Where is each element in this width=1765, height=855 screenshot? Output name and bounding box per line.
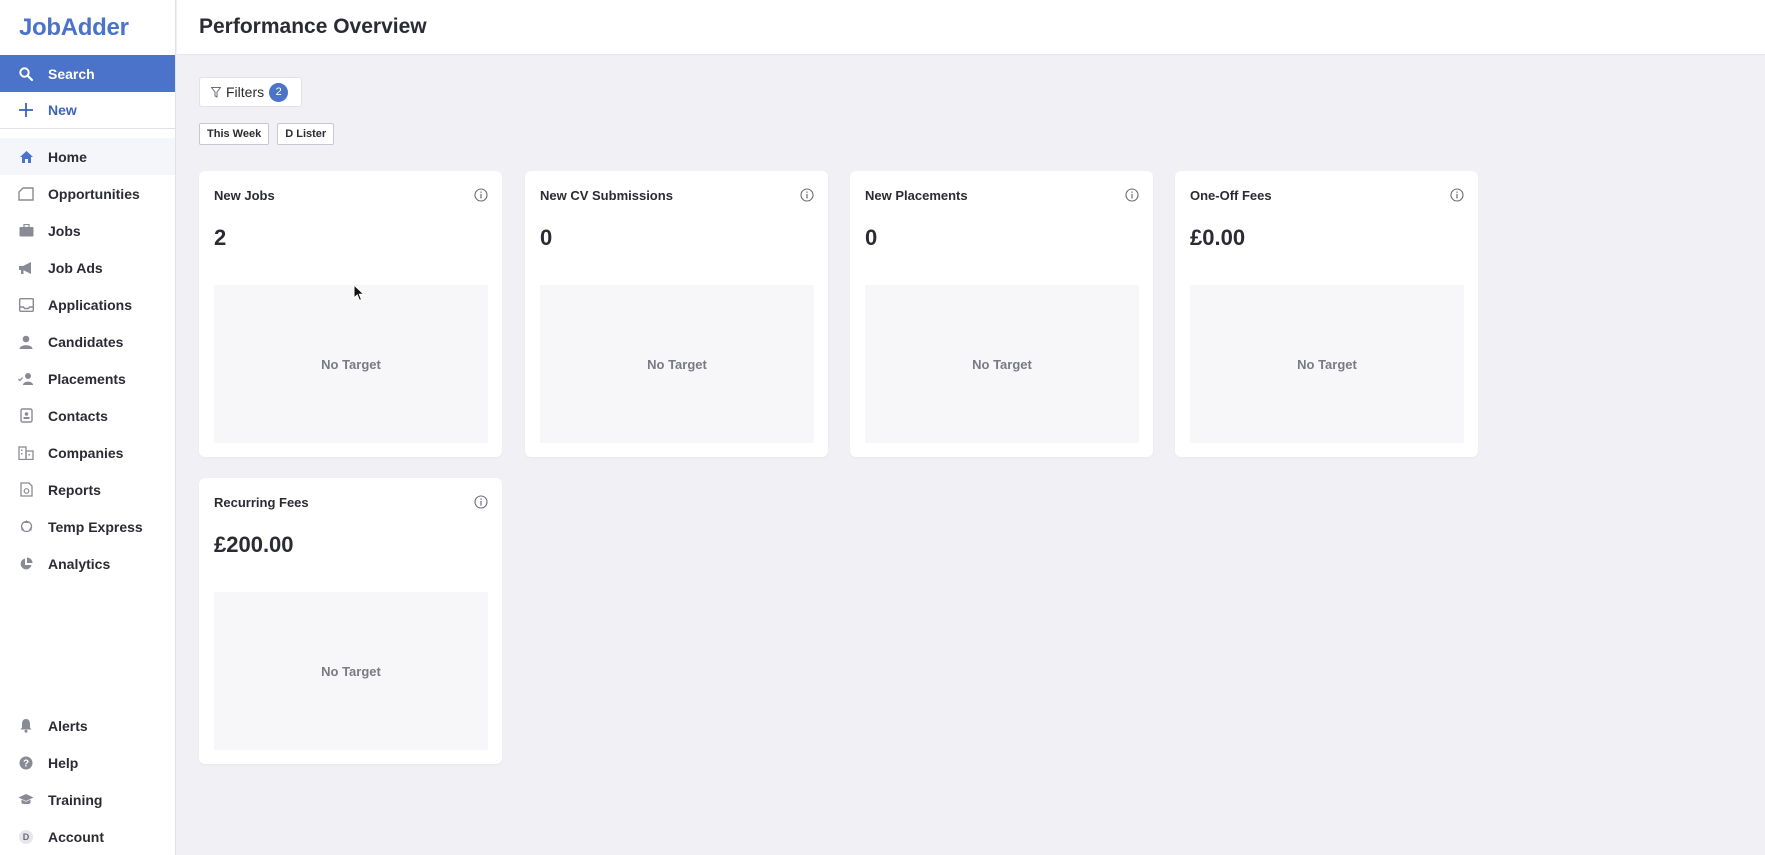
sidebar: JobAdder Search New Home Opportunities J… [0, 0, 176, 855]
filter-chip-user[interactable]: D Lister [277, 123, 335, 145]
sidebar-item-home[interactable]: Home [0, 138, 175, 175]
pie-chart-icon [18, 556, 34, 572]
target-placeholder: No Target [540, 285, 814, 443]
report-icon [18, 482, 34, 498]
temp-express-icon [18, 519, 34, 535]
account-avatar-letter: D [19, 829, 33, 844]
card-title: New Jobs [214, 188, 275, 203]
sidebar-item-label: Contacts [48, 407, 108, 424]
svg-text:?: ? [23, 758, 29, 769]
bell-icon [18, 718, 34, 734]
card-title: One-Off Fees [1190, 188, 1272, 203]
sidebar-item-placements[interactable]: Placements [0, 360, 175, 397]
filters-label: Filters [226, 84, 265, 100]
sidebar-item-applications[interactable]: Applications [0, 286, 175, 323]
sidebar-item-label: Training [48, 791, 103, 808]
sidebar-item-label: Applications [48, 296, 133, 313]
inbox-icon [18, 297, 34, 313]
sidebar-item-label: Jobs [48, 222, 81, 239]
target-placeholder: No Target [214, 592, 488, 750]
building-icon [18, 445, 34, 461]
info-icon[interactable] [1125, 188, 1139, 202]
search-icon [18, 66, 34, 82]
sidebar-item-contacts[interactable]: Contacts [0, 397, 175, 434]
card-value: 2 [214, 225, 227, 250]
sidebar-item-label: Reports [48, 481, 101, 498]
info-icon[interactable] [1450, 188, 1464, 202]
sidebar-item-account[interactable]: D Account [0, 818, 175, 855]
sidebar-item-companies[interactable]: Companies [0, 434, 175, 471]
filter-icon [211, 86, 221, 98]
placement-icon [18, 371, 34, 387]
sidebar-item-label: Job Ads [48, 259, 103, 276]
plus-icon [18, 102, 34, 118]
sidebar-item-analytics[interactable]: Analytics [0, 545, 175, 582]
info-icon[interactable] [800, 188, 814, 202]
card-value: £0.00 [1190, 225, 1246, 250]
sidebar-search-label: Search [48, 65, 95, 82]
sidebar-item-temp-express[interactable]: Temp Express [0, 508, 175, 545]
kpi-card-new-jobs: New Jobs 2 No Target [199, 171, 502, 457]
kpi-card-one-off-fees: One-Off Fees £0.00 No Target [1175, 171, 1478, 457]
info-icon[interactable] [474, 495, 488, 509]
sidebar-item-label: Companies [48, 444, 124, 461]
main-content: Filters 2 This Week D Lister New Jobs 2 … [177, 56, 1765, 855]
card-title: New CV Submissions [540, 188, 673, 203]
sidebar-new-button[interactable]: New [0, 92, 175, 129]
sidebar-item-candidates[interactable]: Candidates [0, 323, 175, 360]
filters-count-badge: 2 [269, 82, 289, 102]
graduation-cap-icon [18, 792, 34, 808]
home-icon [18, 149, 34, 165]
kpi-card-new-placements: New Placements 0 No Target [850, 171, 1153, 457]
sidebar-item-label: Opportunities [48, 185, 140, 202]
target-placeholder: No Target [865, 285, 1139, 443]
sidebar-item-opportunities[interactable]: Opportunities [0, 175, 175, 212]
sidebar-item-label: Help [48, 754, 79, 771]
kpi-card-recurring-fees: Recurring Fees £200.00 No Target [199, 478, 502, 764]
mouse-cursor-icon [353, 284, 365, 302]
sidebar-item-jobs[interactable]: Jobs [0, 212, 175, 249]
page-title: Performance Overview [199, 15, 427, 38]
account-avatar: D [18, 829, 34, 845]
filter-chip-period[interactable]: This Week [199, 123, 270, 145]
page-header: Performance Overview [177, 0, 1765, 55]
sidebar-item-label: Temp Express [48, 518, 143, 535]
target-placeholder: No Target [1190, 285, 1464, 443]
opportunities-icon [18, 186, 34, 202]
sidebar-item-reports[interactable]: Reports [0, 471, 175, 508]
megaphone-icon [18, 260, 34, 276]
contact-card-icon [18, 408, 34, 424]
card-title: New Placements [865, 188, 968, 203]
filters-button[interactable]: Filters 2 [199, 77, 302, 107]
kpi-card-new-cv-submissions: New CV Submissions 0 No Target [525, 171, 828, 457]
sidebar-item-label: Analytics [48, 555, 111, 572]
sidebar-item-help[interactable]: ? Help [0, 744, 175, 781]
info-icon[interactable] [474, 188, 488, 202]
sidebar-item-label: Alerts [48, 717, 88, 734]
sidebar-item-label: Home [48, 148, 87, 165]
card-title: Recurring Fees [214, 495, 309, 510]
briefcase-icon [18, 223, 34, 239]
sidebar-new-label: New [48, 102, 77, 118]
jobadder-logo[interactable]: JobAdder [0, 0, 175, 55]
sidebar-item-label: Candidates [48, 333, 124, 350]
sidebar-search-button[interactable]: Search [0, 55, 175, 92]
sidebar-item-label: Account [48, 828, 104, 845]
person-icon [18, 334, 34, 350]
sidebar-item-label: Placements [48, 370, 126, 387]
target-placeholder: No Target [214, 285, 488, 443]
card-value: 0 [865, 225, 878, 250]
card-value: 0 [540, 225, 553, 250]
sidebar-item-job-ads[interactable]: Job Ads [0, 249, 175, 286]
sidebar-item-alerts[interactable]: Alerts [0, 707, 175, 744]
sidebar-item-training[interactable]: Training [0, 781, 175, 818]
card-value: £200.00 [214, 532, 294, 557]
active-filter-chips: This Week D Lister [199, 123, 335, 145]
help-icon: ? [18, 755, 34, 771]
